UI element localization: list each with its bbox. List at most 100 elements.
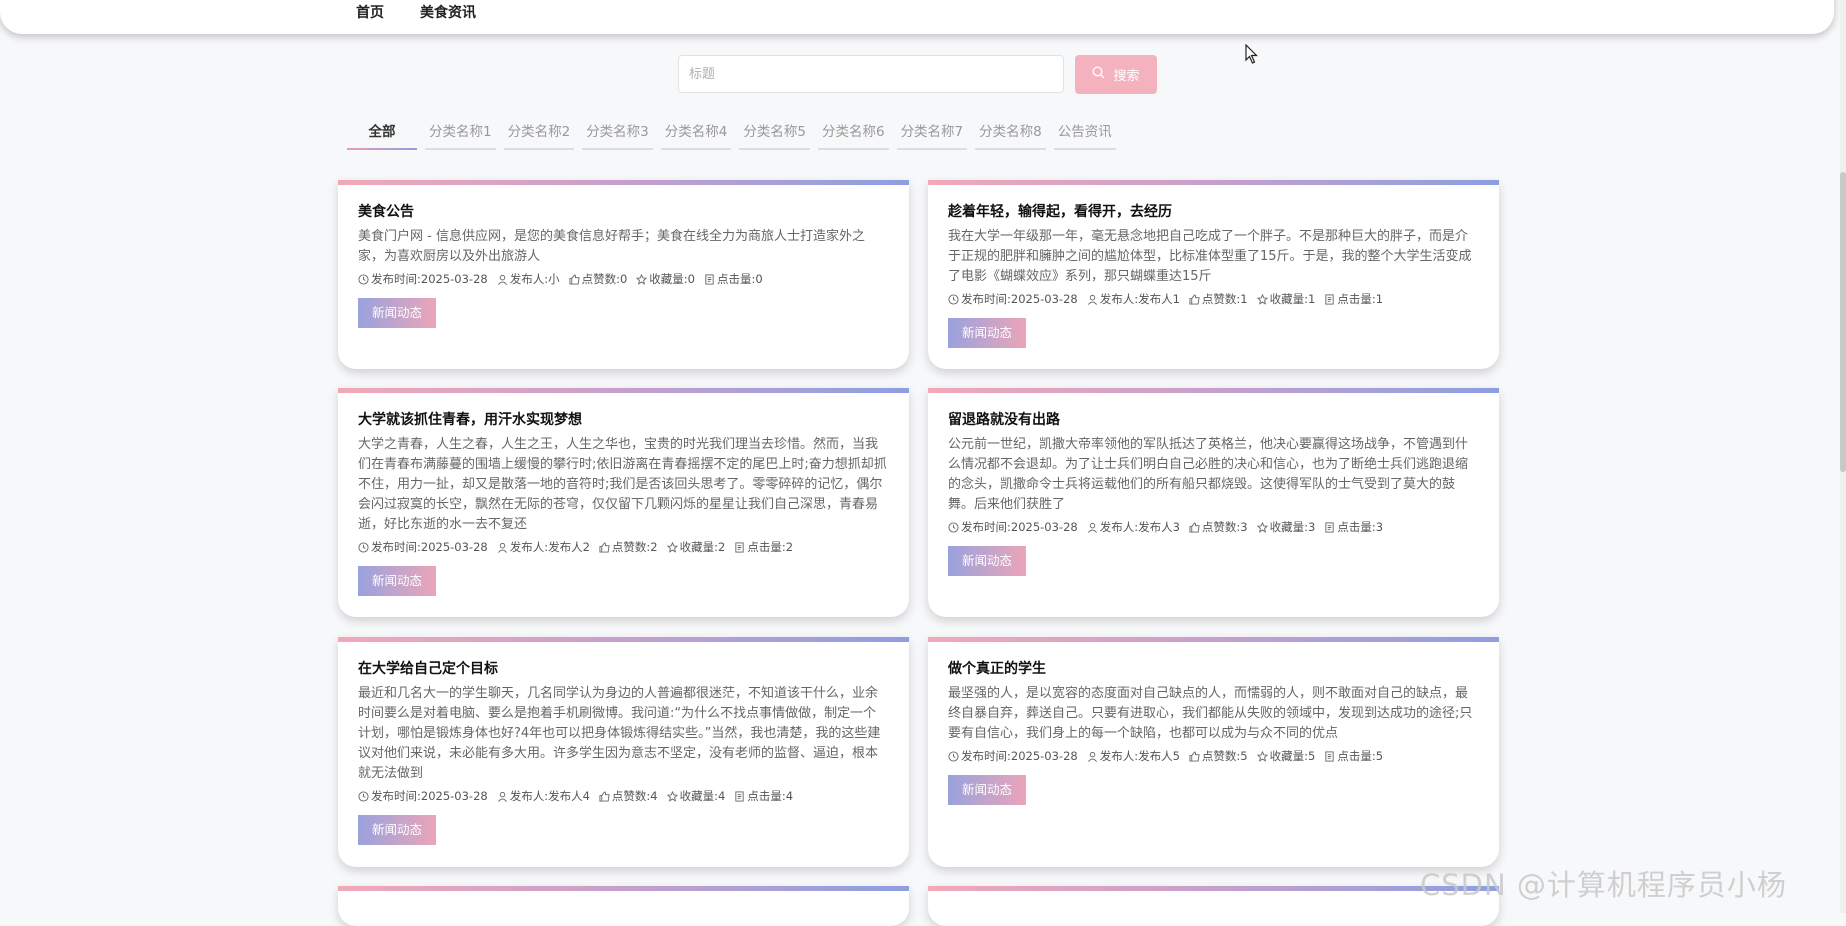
card-title[interactable]: 做个真正的学生 [948, 659, 1479, 679]
user-icon [497, 274, 507, 285]
publisher-text: 发布人:发布人1 [1099, 292, 1180, 306]
news-card[interactable]: 大学就该抓住青春，用汗水实现梦想 大学之青春，人生之春，人生之王，人生之华也，宝… [338, 388, 909, 617]
card-summary: 大学之青春，人生之春，人生之王，人生之华也，宝贵的时光我们理当去珍惜。然而，当我… [358, 437, 887, 532]
user-icon [1087, 522, 1097, 533]
like-count-text: 点赞数:3 [1201, 520, 1248, 534]
publisher-text: 发布人:发布人2 [509, 540, 590, 554]
publish-time: 发布时间:2025-03-28 [358, 787, 488, 805]
tab-category-4[interactable]: 分类名称4 [660, 120, 732, 150]
card-title[interactable]: 大学就该抓住青春，用汗水实现梦想 [358, 410, 889, 430]
document-icon [705, 273, 714, 285]
news-tag-button[interactable]: 新闻动态 [358, 566, 436, 596]
news-tag-button[interactable]: 新闻动态 [948, 775, 1026, 805]
favorite-count: 收藏量:5 [1256, 747, 1315, 765]
top-nav-bar: 首页 美食资讯 [0, 0, 1834, 34]
tab-category-8[interactable]: 分类名称8 [975, 120, 1046, 150]
news-tag-button[interactable]: 新闻动态 [948, 318, 1026, 348]
page-scrollbar-thumb[interactable] [1840, 172, 1846, 472]
tab-announcements[interactable]: 公告资讯 [1053, 120, 1116, 150]
news-card[interactable]: 留退路就没有出路 公元前一世纪，凯撒大帝率领他的军队抵达了英格兰，他决心要赢得这… [928, 388, 1499, 617]
news-card[interactable]: 做个真正的学生 最坚强的人，是以宽容的态度面对自己缺点的人，而懦弱的人，则不敢面… [928, 637, 1499, 867]
click-count: 点击量:4 [734, 787, 793, 805]
publisher-text: 发布人:发布人3 [1099, 520, 1180, 534]
document-icon [1325, 750, 1334, 762]
like-count-text: 点赞数:5 [1201, 749, 1248, 763]
thumbs-up-icon [599, 541, 610, 553]
favorite-count: 收藏量:2 [666, 538, 726, 556]
favorite-count-text: 收藏量:2 [679, 540, 726, 554]
like-count-text: 点赞数:2 [611, 540, 658, 554]
favorite-count-text: 收藏量:1 [1269, 292, 1316, 306]
nav-item-home[interactable]: 首页 [356, 2, 384, 22]
card-meta: 发布时间:2025-03-28 发布人:发布人5 点赞数:5 收藏量:5 点击量… [948, 747, 1479, 765]
card-meta: 发布时间:2025-03-28 发布人:发布人1 点赞数:1 收藏量:1 点击量… [948, 290, 1479, 308]
star-icon [1256, 293, 1268, 305]
click-count: 点击量:0 [704, 270, 763, 288]
favorite-count: 收藏量:3 [1256, 518, 1315, 536]
category-tabs: 全部 分类名称1 分类名称2 分类名称3 分类名称4 分类名称5 分类名称6 分… [347, 120, 1116, 150]
publisher-text: 发布人:发布人4 [509, 789, 590, 803]
user-icon [1087, 294, 1097, 305]
publish-time: 发布时间:2025-03-28 [358, 538, 488, 556]
news-tag-button[interactable]: 新闻动态 [358, 815, 436, 845]
clock-icon [358, 273, 369, 285]
tab-category-2[interactable]: 分类名称2 [503, 120, 575, 150]
star-icon [636, 273, 648, 285]
mouse-cursor-icon [1245, 43, 1259, 68]
news-card[interactable]: 美食公告 美食门户网 - 信息供应网，是您的美食信息好帮手；美食在线全力为商旅人… [338, 180, 909, 369]
news-tag-button[interactable]: 新闻动态 [948, 546, 1026, 576]
news-card[interactable]: 在大学给自己定个目标 最近和几名大一的学生聊天，几名同学认为身边的人普遍都很迷茫… [338, 637, 909, 867]
search-icon [1092, 66, 1105, 83]
publish-time-text: 发布时间:2025-03-28 [371, 789, 488, 803]
click-count-text: 点击量:0 [717, 272, 763, 286]
card-title[interactable]: 留退路就没有出路 [948, 410, 1479, 430]
publish-time: 发布时间:2025-03-28 [948, 290, 1078, 308]
publisher: 发布人:发布人1 [1087, 290, 1180, 308]
like-count: 点赞数:1 [1189, 290, 1248, 308]
thumbs-up-icon [1189, 521, 1200, 533]
nav-item-food-news[interactable]: 美食资讯 [420, 2, 476, 22]
click-count: 点击量:1 [1324, 290, 1383, 308]
card-meta: 发布时间:2025-03-28 发布人:发布人2 点赞数:2 收藏量:2 点击量… [358, 538, 889, 556]
tab-category-6[interactable]: 分类名称6 [817, 120, 889, 150]
clock-icon [948, 521, 959, 533]
favorite-count-text: 收藏量:4 [679, 789, 726, 803]
publisher: 发布人:发布人3 [1087, 518, 1180, 536]
csdn-watermark: CSDN @计算机程序员小杨 [1420, 868, 1787, 902]
tab-category-3[interactable]: 分类名称3 [582, 120, 653, 150]
publish-time-text: 发布时间:2025-03-28 [371, 272, 488, 286]
user-icon [1087, 751, 1097, 762]
news-card[interactable]: 趁着年轻，输得起，看得开，去经历 我在大学一年级那一年，毫无悬念地把自己吃成了一… [928, 180, 1499, 369]
news-card-partial[interactable] [928, 886, 1499, 926]
like-count: 点赞数:5 [1189, 747, 1248, 765]
news-tag-button[interactable]: 新闻动态 [358, 298, 436, 328]
like-count: 点赞数:0 [569, 270, 627, 288]
like-count: 点赞数:2 [599, 538, 658, 556]
publish-time-text: 发布时间:2025-03-28 [961, 292, 1078, 306]
like-count: 点赞数:4 [599, 787, 658, 805]
thumbs-up-icon [1189, 750, 1200, 762]
tab-all[interactable]: 全部 [347, 120, 417, 150]
card-meta: 发布时间:2025-03-28 发布人:发布人3 点赞数:3 收藏量:3 点击量… [948, 518, 1479, 536]
tab-category-7[interactable]: 分类名称7 [896, 120, 968, 150]
card-title[interactable]: 在大学给自己定个目标 [358, 659, 889, 679]
publish-time: 发布时间:2025-03-28 [948, 747, 1078, 765]
click-count-text: 点击量:1 [1337, 292, 1384, 306]
publisher: 发布人:发布人4 [497, 787, 590, 805]
title-search-input[interactable] [678, 55, 1064, 93]
thumbs-up-icon [599, 790, 610, 802]
tab-category-5[interactable]: 分类名称5 [739, 120, 810, 150]
like-count-text: 点赞数:1 [1201, 292, 1248, 306]
click-count: 点击量:5 [1324, 747, 1383, 765]
search-button[interactable]: 搜索 [1075, 55, 1157, 94]
publish-time-text: 发布时间:2025-03-28 [371, 540, 488, 554]
thumbs-up-icon [569, 273, 580, 285]
card-summary: 我在大学一年级那一年，毫无悬念地把自己吃成了一个胖子。不是那种巨大的胖子，而是介… [948, 229, 1472, 284]
card-title[interactable]: 美食公告 [358, 202, 889, 222]
news-card-partial[interactable] [338, 886, 909, 926]
document-icon [735, 790, 744, 802]
card-summary: 最坚强的人，是以宽容的态度面对自己缺点的人，而懦弱的人，则不敢面对自己的缺点，最… [948, 686, 1473, 741]
click-count-text: 点击量:2 [747, 540, 794, 554]
tab-category-1[interactable]: 分类名称1 [425, 120, 496, 150]
card-title[interactable]: 趁着年轻，输得起，看得开，去经历 [948, 202, 1479, 222]
